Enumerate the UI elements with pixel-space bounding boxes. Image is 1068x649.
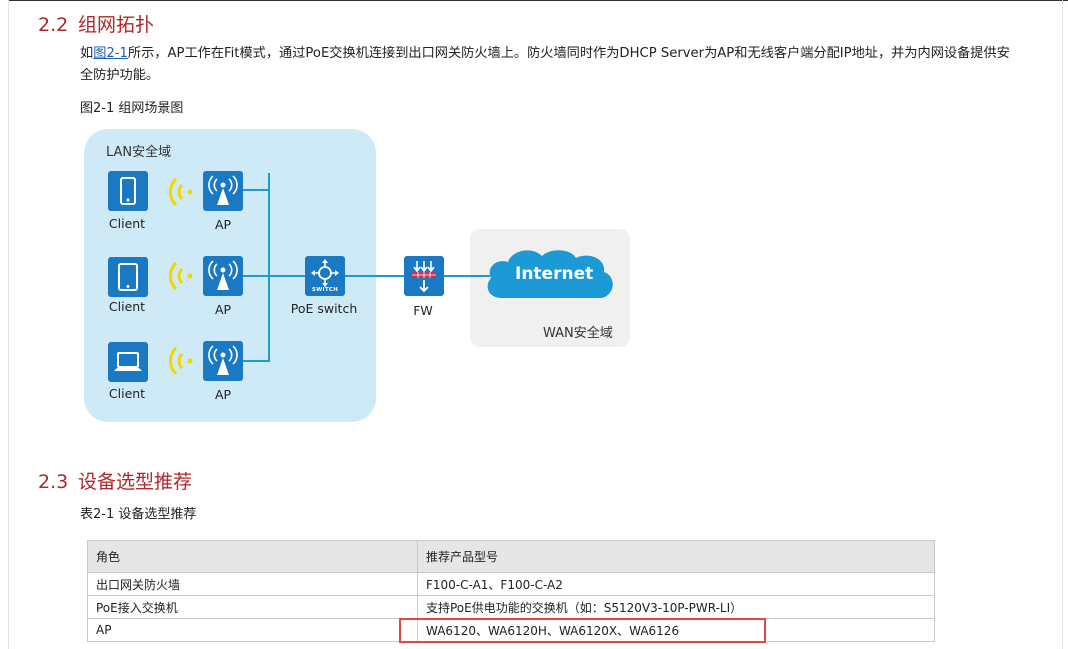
table-cell: AP — [87, 618, 418, 642]
firewall-label: FW — [413, 303, 433, 318]
phone-client-icon — [108, 171, 148, 211]
wifi-signal-icon — [169, 346, 193, 376]
table-cell: 支持PoE供电功能的交换机（如：S5120V3-10P-PWR-LI） — [417, 595, 935, 619]
tablet-client-icon — [108, 257, 148, 297]
table-row: 出口网关防火墙 F100-C-A1、F100-C-A2 — [87, 572, 935, 596]
laptop-client-icon — [108, 342, 148, 382]
ap-label: AP — [214, 387, 232, 402]
table-caption: 表2-1 设备选型推荐 — [80, 507, 197, 522]
access-point-icon — [203, 256, 243, 296]
client-label: Client — [108, 299, 146, 314]
table-header-row: 角色 推荐产品型号 — [87, 540, 935, 573]
section-number: 2.3 — [38, 471, 69, 493]
poe-switch-icon: SWITCH — [305, 256, 345, 296]
poe-switch-label: PoE switch — [290, 301, 358, 316]
client-label: Client — [108, 386, 146, 401]
table-row: PoE接入交换机 支持PoE供电功能的交换机（如：S5120V3-10P-PWR… — [87, 595, 935, 619]
column-header-role: 角色 — [87, 540, 418, 573]
section-heading-selection: 2.3 设备选型推荐 — [38, 467, 192, 494]
ap-label: AP — [214, 217, 232, 232]
wifi-signal-icon — [169, 261, 193, 291]
ap-label: AP — [214, 302, 232, 317]
client-label: Client — [108, 216, 146, 231]
access-point-icon — [203, 171, 243, 211]
highlight-box — [399, 618, 766, 643]
access-point-icon — [203, 341, 243, 381]
table-cell: F100-C-A1、F100-C-A2 — [417, 572, 935, 596]
internet-label: Internet — [515, 264, 594, 284]
firewall-icon — [404, 256, 444, 296]
switch-badge: SWITCH — [311, 287, 339, 293]
table-cell: PoE接入交换机 — [87, 595, 418, 619]
column-header-model: 推荐产品型号 — [417, 540, 935, 573]
wifi-signal-icon — [169, 177, 193, 207]
table-cell: 出口网关防火墙 — [87, 572, 418, 596]
section-title: 设备选型推荐 — [78, 471, 193, 493]
